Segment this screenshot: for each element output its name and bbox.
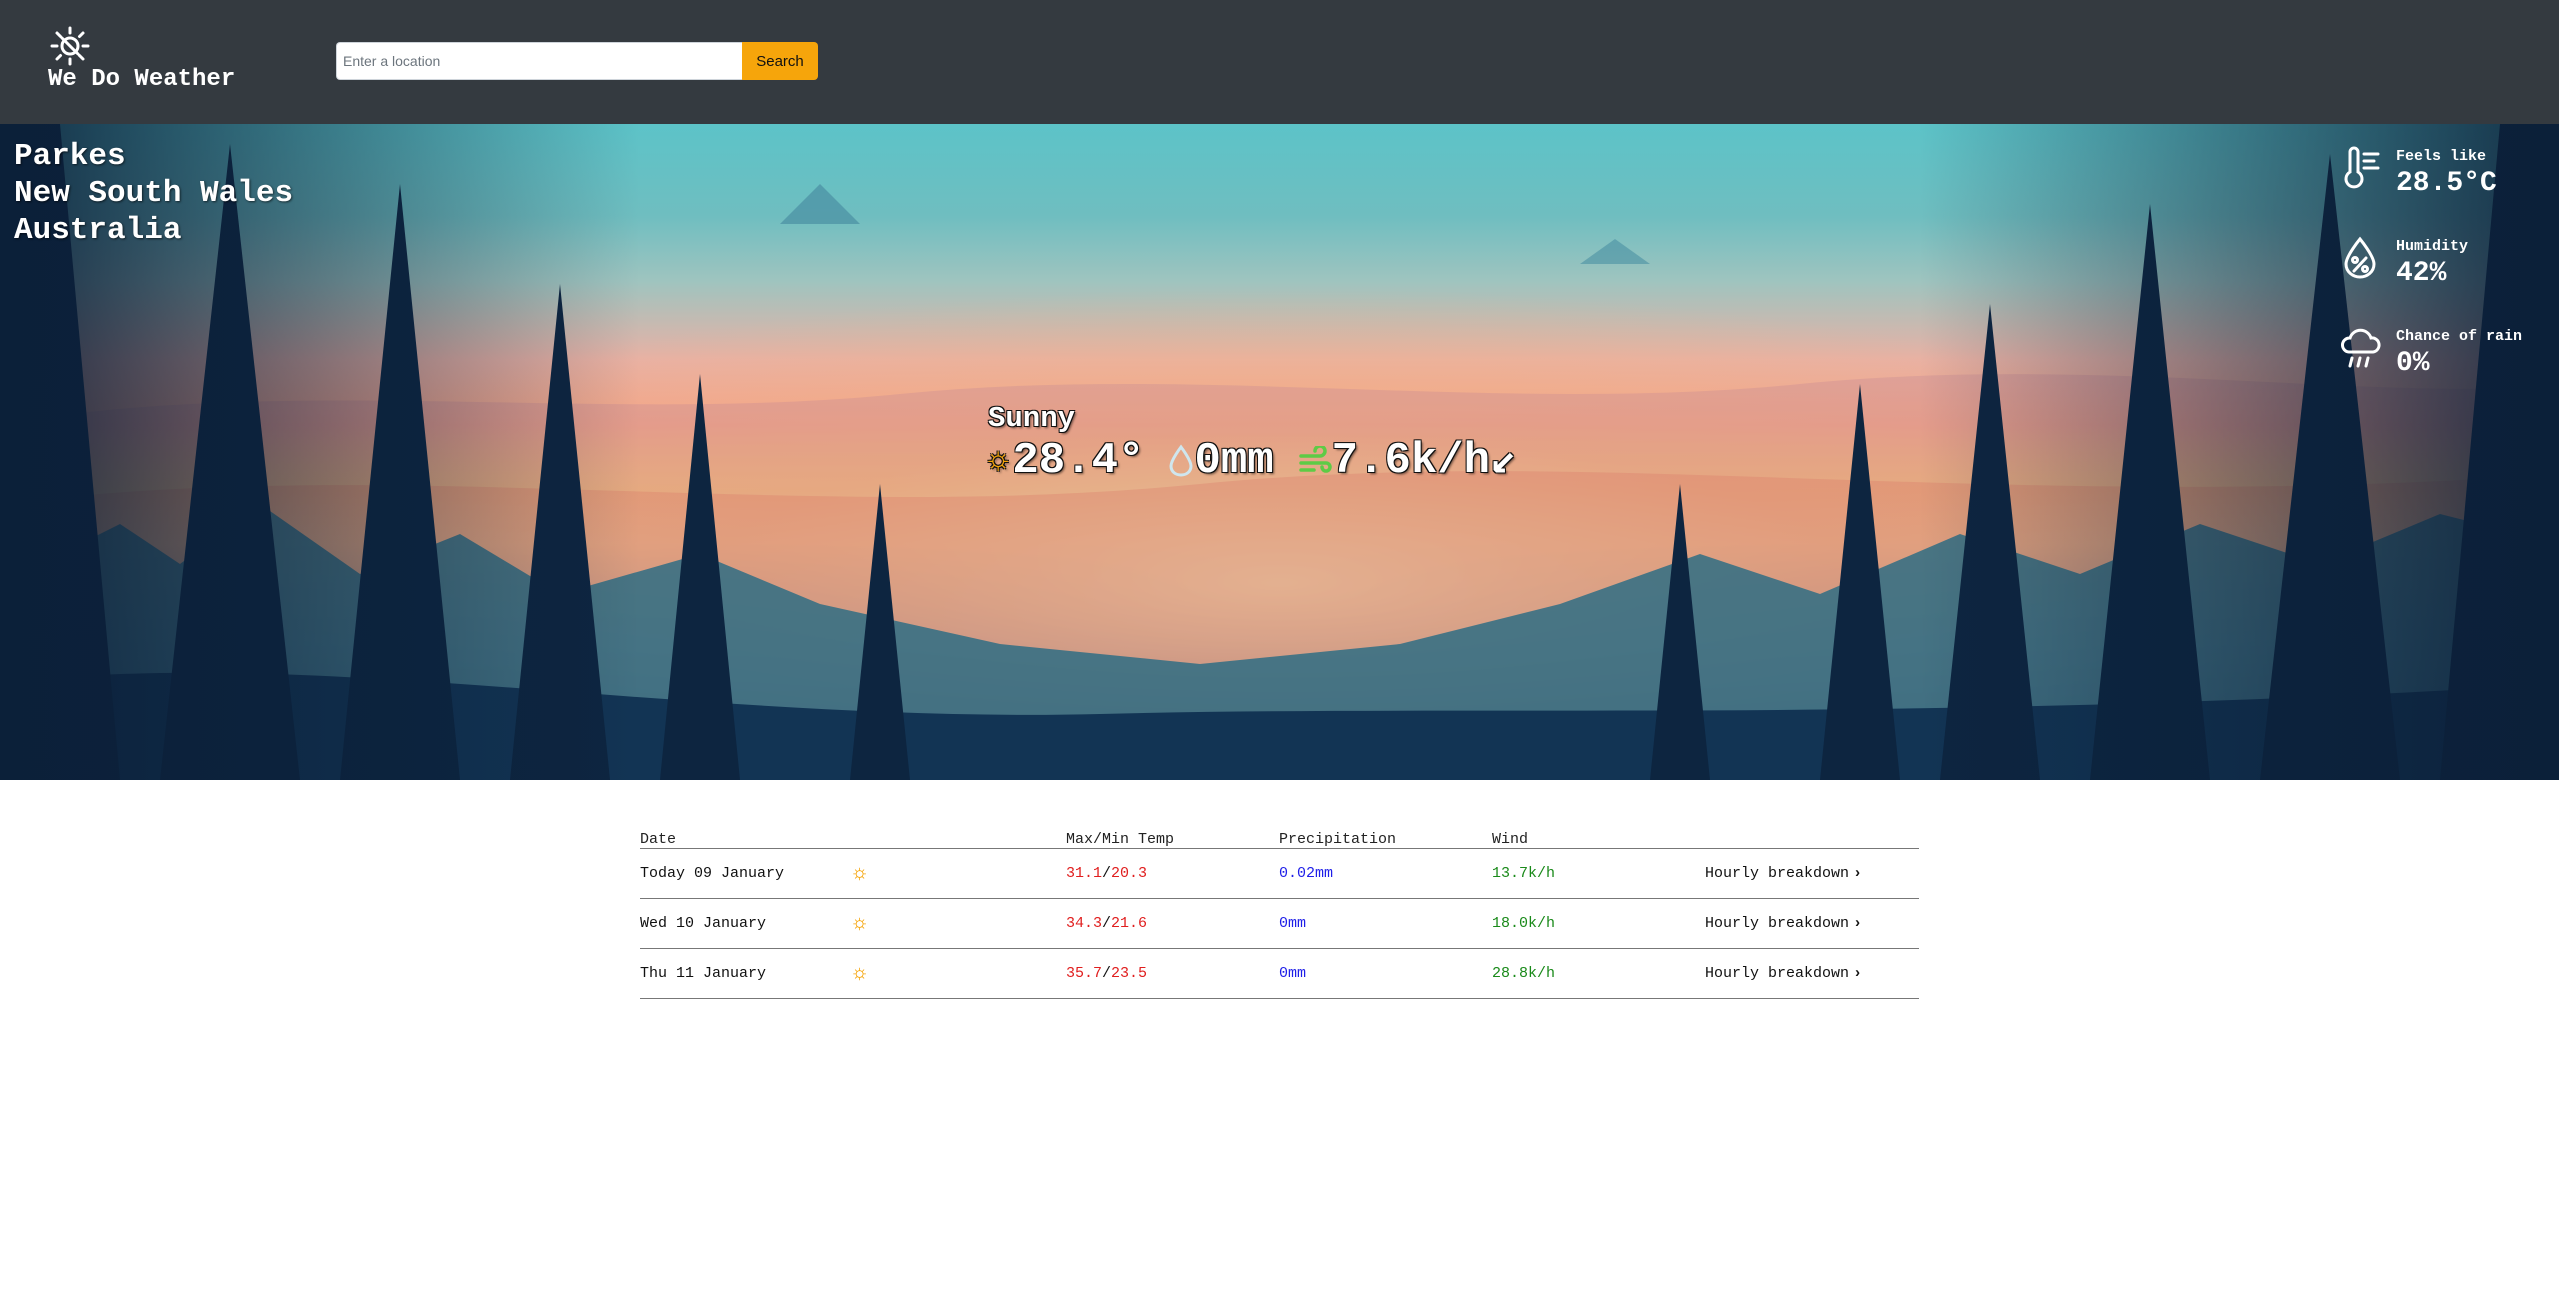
stat-label: Chance of rain xyxy=(2396,328,2523,345)
hourly-breakdown-link[interactable]: Hourly breakdown › xyxy=(1705,965,1862,982)
header-temp: Max/Min Temp xyxy=(1066,826,1279,849)
navbar: We Do Weather Search xyxy=(0,0,2559,124)
stats-panel: Feels like 28.5°C Humidity 42% Chance of… xyxy=(2340,136,2555,406)
wind-direction-arrow: ↙ xyxy=(1490,436,1517,486)
hourly-breakdown-label: Hourly breakdown xyxy=(1705,964,1850,982)
thermometer-icon xyxy=(2344,146,2380,189)
location-city: Parkes xyxy=(14,139,126,174)
forecast-date: Thu 11 January xyxy=(640,948,853,999)
stat-value: 42% xyxy=(2396,258,2447,289)
forecast-table: Date Max/Min Temp Precipitation Wind Tod… xyxy=(640,826,1919,999)
sun-icon: ☼ xyxy=(853,860,867,886)
location-block: Parkes New South Wales Australia xyxy=(14,138,293,249)
sun-gear-icon xyxy=(50,26,90,66)
forecast-wind: 28.8k/h xyxy=(1492,948,1705,999)
forecast-row: Wed 10 January ☼ 34.3/21.6 0mm 18.0k/h H… xyxy=(640,898,1919,949)
chevron-right-icon: › xyxy=(1853,914,1863,932)
current-wind: 7.6k/h xyxy=(1331,436,1491,486)
max-temp: 34.3 xyxy=(1066,914,1103,932)
header-link xyxy=(1705,826,1919,849)
search-button[interactable]: Search xyxy=(742,42,818,80)
current-readings: ☼ 28.4° 0mm 7.6k/h ↙ xyxy=(988,437,1517,485)
hourly-breakdown-label: Hourly breakdown xyxy=(1705,914,1850,932)
hero-banner: Parkes New South Wales Australia Sunny ☼… xyxy=(0,124,2559,780)
location-country: Australia xyxy=(14,213,182,248)
forecast-precipitation: 0.02mm xyxy=(1279,848,1492,899)
forecast-wind: 13.7k/h xyxy=(1492,848,1705,899)
sun-icon: ☼ xyxy=(853,910,867,936)
stat-feels-like: Feels like 28.5°C xyxy=(2340,136,2555,226)
header-wind: Wind xyxy=(1492,826,1705,849)
hourly-breakdown-label: Hourly breakdown xyxy=(1705,864,1850,882)
wind-icon xyxy=(1298,446,1332,473)
humidity-drop-icon xyxy=(2344,236,2376,279)
stat-value: 0% xyxy=(2396,348,2430,379)
stat-humidity: Humidity 42% xyxy=(2340,226,2555,316)
brand-name: We Do Weather xyxy=(48,66,236,93)
header-icon xyxy=(853,826,1066,849)
stat-label: Humidity xyxy=(2396,238,2469,255)
forecast-row: Thu 11 January ☼ 35.7/23.5 0mm 28.8k/h H… xyxy=(640,948,1919,999)
current-condition-text: Sunny xyxy=(988,402,1076,435)
search-input[interactable] xyxy=(336,42,742,80)
forecast-precipitation: 0mm xyxy=(1279,898,1492,949)
forecast-temp: 35.7/23.5 xyxy=(1066,948,1279,999)
current-temperature: 28.4° xyxy=(1012,436,1145,486)
header-precipitation: Precipitation xyxy=(1279,826,1492,849)
min-temp: 23.5 xyxy=(1111,964,1148,982)
header-date: Date xyxy=(640,826,853,849)
forecast-temp: 31.1/20.3 xyxy=(1066,848,1279,899)
forecast-row: Today 09 January ☼ 31.1/20.3 0.02mm 13.7… xyxy=(640,848,1919,899)
sun-icon: ☼ xyxy=(853,960,867,986)
min-temp: 21.6 xyxy=(1111,914,1148,932)
current-precipitation: 0mm xyxy=(1194,436,1274,486)
forecast-wind: 18.0k/h xyxy=(1492,898,1705,949)
forecast-precipitation: 0mm xyxy=(1279,948,1492,999)
location-state: New South Wales xyxy=(14,176,294,211)
sun-icon: ☼ xyxy=(988,442,1009,480)
droplet-icon xyxy=(1169,444,1193,477)
chevron-right-icon: › xyxy=(1853,864,1863,882)
brand[interactable]: We Do Weather xyxy=(48,24,258,104)
rain-cloud-icon xyxy=(2341,328,2381,368)
forecast-date: Wed 10 January xyxy=(640,898,853,949)
max-temp: 31.1 xyxy=(1066,864,1103,882)
forecast-temp: 34.3/21.6 xyxy=(1066,898,1279,949)
forecast-header-row: Date Max/Min Temp Precipitation Wind xyxy=(640,826,1919,849)
max-temp: 35.7 xyxy=(1066,964,1103,982)
stat-chance-of-rain: Chance of rain 0% xyxy=(2340,316,2555,406)
forecast-section: Date Max/Min Temp Precipitation Wind Tod… xyxy=(640,826,1919,999)
hourly-breakdown-link[interactable]: Hourly breakdown › xyxy=(1705,915,1862,932)
stat-label: Feels like xyxy=(2396,148,2487,165)
forecast-date: Today 09 January xyxy=(640,848,853,899)
hourly-breakdown-link[interactable]: Hourly breakdown › xyxy=(1705,865,1862,882)
current-conditions: Sunny ☼ 28.4° 0mm 7.6k/h ↙ xyxy=(988,402,1517,486)
min-temp: 20.3 xyxy=(1111,864,1148,882)
stat-value: 28.5°C xyxy=(2396,168,2497,199)
chevron-right-icon: › xyxy=(1853,964,1863,982)
